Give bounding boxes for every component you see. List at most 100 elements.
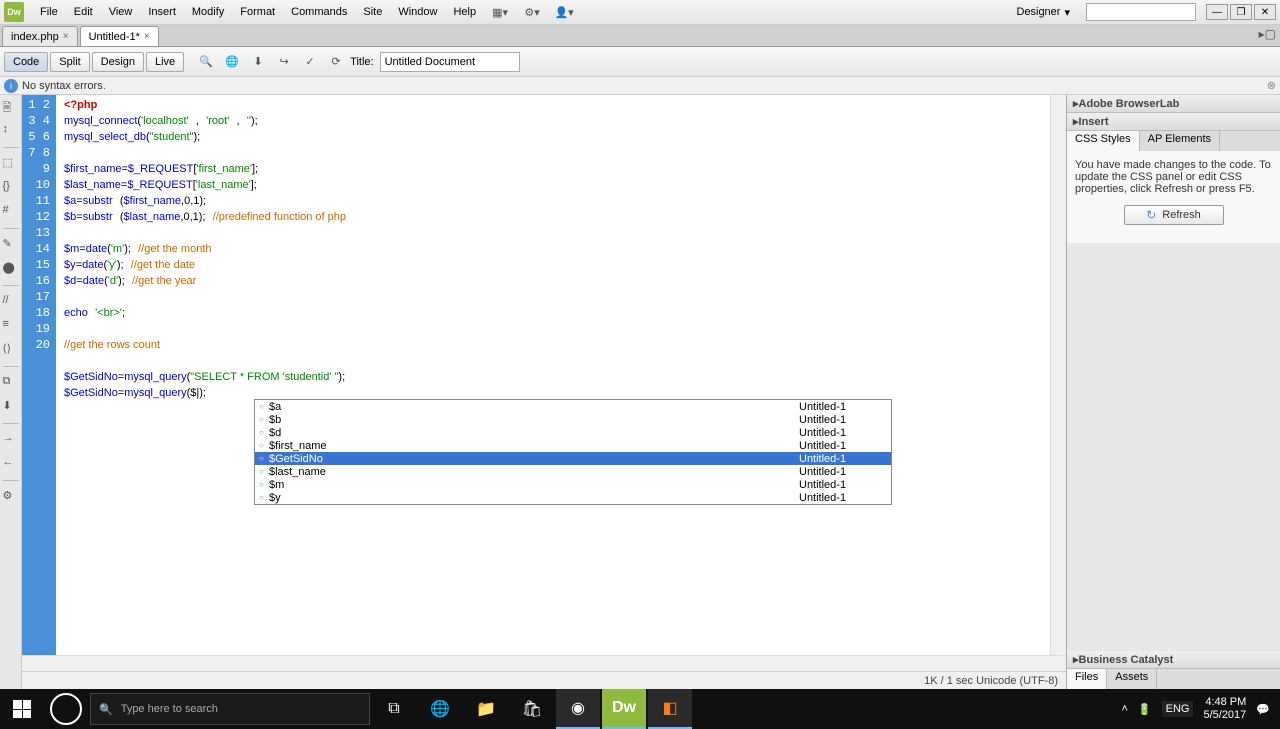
view-code-button[interactable]: Code bbox=[4, 52, 48, 72]
autocomplete-item[interactable]: ○$last_nameUntitled-1 bbox=[255, 465, 891, 478]
line-gutter: 1 2 3 4 5 6 7 8 9 10 11 12 13 14 15 16 1… bbox=[22, 95, 56, 655]
globe-icon[interactable]: 🌐 bbox=[220, 50, 244, 74]
view-design-button[interactable]: Design bbox=[92, 52, 144, 72]
menu-site[interactable]: Site bbox=[355, 6, 390, 18]
menu-window[interactable]: Window bbox=[390, 6, 445, 18]
view-live-button[interactable]: Live bbox=[146, 52, 184, 72]
autocomplete-item[interactable]: ○$first_nameUntitled-1 bbox=[255, 439, 891, 452]
move-css-icon[interactable]: ⬇ bbox=[3, 399, 19, 415]
nav-icon[interactable]: ↪ bbox=[272, 50, 296, 74]
open-docs-icon[interactable]: 🗎 bbox=[3, 99, 19, 115]
tab-index[interactable]: index.php× bbox=[2, 26, 78, 46]
vertical-scrollbar[interactable] bbox=[1050, 95, 1066, 655]
css-message: You have made changes to the code. To up… bbox=[1075, 159, 1272, 195]
chrome-app[interactable]: ◉ bbox=[556, 689, 600, 729]
battery-icon[interactable]: 🔋 bbox=[1138, 703, 1152, 716]
cortana-button[interactable] bbox=[44, 689, 88, 729]
search-input[interactable] bbox=[1086, 3, 1196, 21]
horizontal-scrollbar[interactable] bbox=[22, 655, 1066, 671]
menu-insert[interactable]: Insert bbox=[140, 6, 184, 18]
menu-help[interactable]: Help bbox=[445, 6, 484, 18]
search-icon: 🔍 bbox=[99, 703, 113, 716]
highlight-icon[interactable]: ✎ bbox=[3, 237, 19, 253]
tab-css-styles[interactable]: CSS Styles bbox=[1067, 131, 1140, 151]
menubar: Dw File Edit View Insert Modify Format C… bbox=[0, 0, 1280, 25]
dreamweaver-app[interactable]: Dw bbox=[602, 689, 646, 729]
minimize-button[interactable]: — bbox=[1206, 4, 1228, 20]
code-toolbar: 🗎 ↕ ⬚ {} # ✎ ⬤ // ≡ ⟨⟩ ⧉ ⬇ → ← ⚙ bbox=[0, 95, 22, 689]
outdent-icon[interactable]: ← bbox=[3, 456, 19, 472]
taskbar-search[interactable]: 🔍 Type here to search bbox=[90, 693, 370, 725]
refresh-icon[interactable]: ⟳ bbox=[324, 50, 348, 74]
live-code-icon[interactable]: 🔍 bbox=[194, 50, 218, 74]
tab-files[interactable]: Files bbox=[1067, 669, 1107, 689]
notifications-icon[interactable]: 💬 bbox=[1256, 703, 1270, 716]
remove-comment-icon[interactable]: ≡ bbox=[3, 318, 19, 334]
clock[interactable]: 4:48 PM 5/5/2017 bbox=[1203, 696, 1246, 722]
tab-assets[interactable]: Assets bbox=[1107, 669, 1157, 689]
gear-icon[interactable]: ⚙▾ bbox=[522, 4, 542, 20]
workspace-switcher[interactable]: Designer▾ bbox=[1006, 6, 1080, 19]
system-tray: ˄ 🔋 ENG 4:48 PM 5/5/2017 💬 bbox=[1113, 696, 1278, 722]
store-app[interactable]: 🛍 bbox=[510, 689, 554, 729]
css-panel-body: You have made changes to the code. To up… bbox=[1067, 151, 1280, 243]
collapse-icon[interactable]: ↕ bbox=[3, 123, 19, 139]
recent-snippets-icon[interactable]: ⧉ bbox=[3, 375, 19, 391]
autocomplete-item[interactable]: ○$bUntitled-1 bbox=[255, 413, 891, 426]
syntax-message: No syntax errors. bbox=[22, 80, 106, 92]
explorer-app[interactable]: 📁 bbox=[464, 689, 508, 729]
restore-button[interactable]: ❐ bbox=[1230, 4, 1252, 20]
language-indicator[interactable]: ENG bbox=[1162, 701, 1194, 717]
line-numbers-icon[interactable]: # bbox=[3, 204, 19, 220]
panel-collapse-icon[interactable]: ▸▢ bbox=[1259, 27, 1276, 41]
refresh-button[interactable]: ↻ Refresh bbox=[1124, 205, 1224, 225]
wrap-tag-icon[interactable]: ⟨⟩ bbox=[3, 342, 19, 358]
start-button[interactable] bbox=[2, 689, 42, 729]
close-icon[interactable]: × bbox=[63, 31, 69, 42]
title-label: Title: bbox=[350, 56, 373, 68]
balance-braces-icon[interactable]: {} bbox=[3, 180, 19, 196]
select-parent-icon[interactable]: ⬚ bbox=[3, 156, 19, 172]
info-icon: i bbox=[4, 79, 18, 93]
status-bar: 1K / 1 sec Unicode (UTF-8) bbox=[22, 671, 1066, 689]
title-input[interactable] bbox=[380, 52, 520, 72]
panel-insert[interactable]: ▸ Insert bbox=[1067, 113, 1280, 131]
autocomplete-item[interactable]: ○$aUntitled-1 bbox=[255, 400, 891, 413]
autocomplete-item[interactable]: ○$GetSidNoUntitled-1 bbox=[255, 452, 891, 465]
autocomplete-item[interactable]: ○$yUntitled-1 bbox=[255, 491, 891, 504]
check-icon[interactable]: ✓ bbox=[298, 50, 322, 74]
menu-modify[interactable]: Modify bbox=[184, 6, 232, 18]
close-button[interactable]: ✕ bbox=[1254, 4, 1276, 20]
autocomplete-item[interactable]: ○$mUntitled-1 bbox=[255, 478, 891, 491]
document-toolbar: Code Split Design Live 🔍 🌐 ⬇ ↪ ✓ ⟳ Title… bbox=[0, 47, 1280, 77]
panel-business-catalyst[interactable]: ▸ Business Catalyst bbox=[1067, 651, 1280, 669]
inspect-icon[interactable]: ⬇ bbox=[246, 50, 270, 74]
menu-edit[interactable]: Edit bbox=[66, 6, 101, 18]
link-icon[interactable]: 👤▾ bbox=[554, 4, 574, 20]
format-icon[interactable]: ⚙ bbox=[3, 489, 19, 505]
panel-browserlab[interactable]: ▸ Adobe BrowserLab bbox=[1067, 95, 1280, 113]
refresh-icon: ↻ bbox=[1146, 208, 1156, 222]
xampp-app[interactable]: ◧ bbox=[648, 689, 692, 729]
edge-app[interactable]: 🌐 bbox=[418, 689, 462, 729]
close-icon[interactable]: × bbox=[144, 31, 150, 42]
menu-format[interactable]: Format bbox=[232, 6, 283, 18]
syntax-color-icon[interactable]: ⬤ bbox=[3, 261, 19, 277]
tray-chevron-icon[interactable]: ˄ bbox=[1121, 703, 1127, 715]
menu-view[interactable]: View bbox=[101, 6, 141, 18]
menu-commands[interactable]: Commands bbox=[283, 6, 355, 18]
layout-icon[interactable]: ▦▾ bbox=[490, 4, 510, 20]
syntax-status-bar: i No syntax errors. ⊗ bbox=[0, 77, 1280, 95]
apply-comment-icon[interactable]: // bbox=[3, 294, 19, 310]
menu-file[interactable]: File bbox=[32, 6, 66, 18]
code-editor[interactable]: <?php mysql_connect('localhost' , 'root'… bbox=[56, 95, 1050, 655]
tab-ap-elements[interactable]: AP Elements bbox=[1140, 131, 1220, 151]
autocomplete-popup: ○$aUntitled-1○$bUntitled-1○$dUntitled-1○… bbox=[254, 399, 892, 505]
tab-untitled[interactable]: Untitled-1*× bbox=[80, 26, 159, 46]
indent-icon[interactable]: → bbox=[3, 432, 19, 448]
task-view-button[interactable]: ⧉ bbox=[372, 689, 416, 729]
autocomplete-item[interactable]: ○$dUntitled-1 bbox=[255, 426, 891, 439]
close-icon[interactable]: ⊗ bbox=[1267, 79, 1276, 92]
view-split-button[interactable]: Split bbox=[50, 52, 89, 72]
app-logo: Dw bbox=[4, 2, 24, 22]
